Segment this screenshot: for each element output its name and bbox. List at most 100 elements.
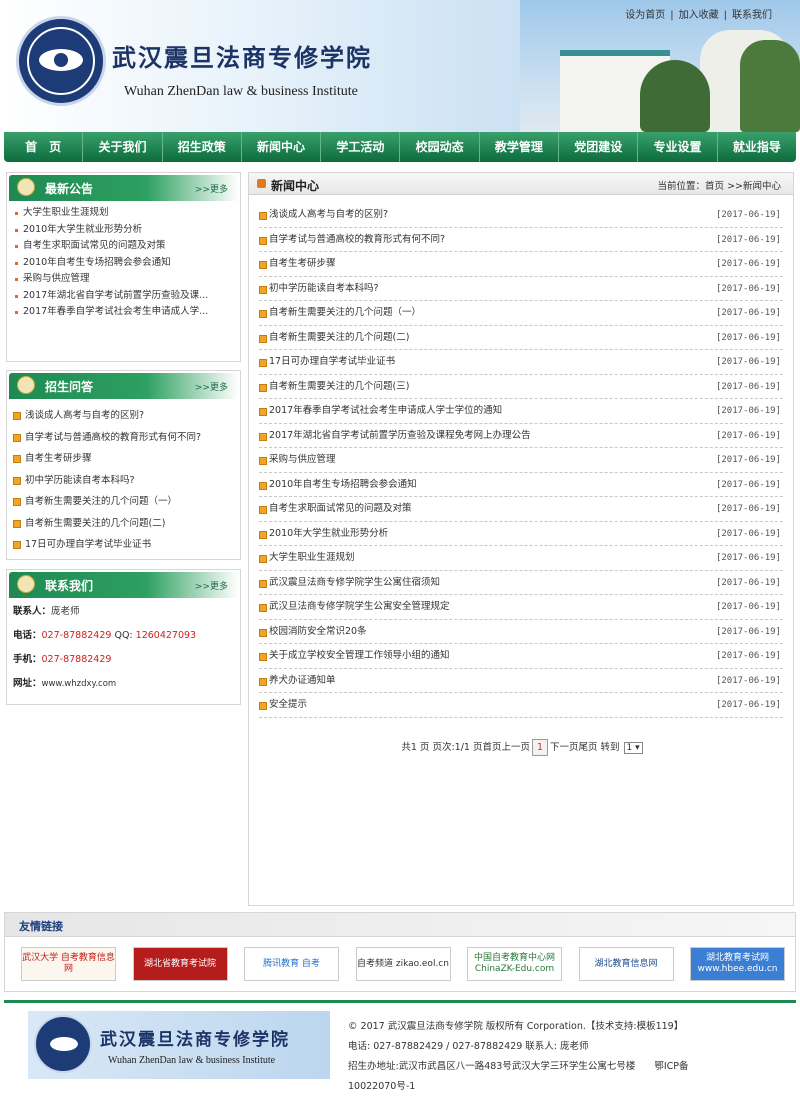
article-date: [2017-06-19] <box>715 528 781 539</box>
article-item[interactable]: 采购与供应管理 [2017-06-19] <box>259 448 783 473</box>
article-title[interactable]: 17日可办理自学考试毕业证书 <box>269 356 395 367</box>
article-title[interactable]: 安全提示 <box>269 699 307 710</box>
add-favorite-link[interactable]: 加入收藏 <box>679 10 719 21</box>
list-item[interactable]: 自考新生需要关注的几个问题(二) <box>13 513 234 535</box>
nav-item-employment[interactable]: 就业指导 <box>718 132 796 162</box>
article-item[interactable]: 自考生考研步骤 [2017-06-19] <box>259 252 783 277</box>
breadcrumb: 当前位置：首页 >>新闻中心 <box>657 181 781 192</box>
footer-icp[interactable]: 10022070号-1 <box>348 1077 788 1097</box>
friend-links: 友情链接 武汉大学 自考教育信息网 湖北省教育考试院 腾讯教育 自考 自考频道 … <box>4 912 796 992</box>
article-date: [2017-06-19] <box>715 577 781 588</box>
site-header: 武汉震旦法商专修学院 Wuhan ZhenDan law & business … <box>0 0 800 132</box>
article-date: [2017-06-19] <box>715 479 781 490</box>
article-item[interactable]: 2017年春季自学考试社会考生申请成人学士学位的通知 [2017-06-19] <box>259 399 783 424</box>
list-item[interactable]: 自考生考研步骤 <box>13 448 234 470</box>
list-item[interactable]: 2010年大学生就业形势分析 <box>15 222 232 239</box>
article-title[interactable]: 自考新生需要关注的几个问题（一） <box>269 307 421 318</box>
list-item[interactable]: 2017年春季自学考试社会考生申请成人学... <box>15 304 232 321</box>
article-item[interactable]: 2010年自考生专场招聘会参会通知 [2017-06-19] <box>259 473 783 497</box>
link-logo-qq-edu[interactable]: 腾讯教育 自考 <box>244 947 339 981</box>
nav-item-home[interactable]: 首 页 <box>4 132 84 162</box>
article-item[interactable]: 初中学历能读自考本科吗? [2017-06-19] <box>259 277 783 301</box>
article-item[interactable]: 自考生求职面试常见的问题及对策 [2017-06-19] <box>259 497 783 522</box>
tree-image <box>740 40 800 132</box>
article-date: [2017-06-19] <box>715 332 781 343</box>
news-center-header: 新闻中心 当前位置：首页 >>新闻中心 <box>249 173 793 195</box>
article-title[interactable]: 浅谈成人高考与自考的区别? <box>269 209 388 220</box>
article-title[interactable]: 2010年自考生专场招聘会参会通知 <box>269 479 417 490</box>
nav-item-teaching[interactable]: 教学管理 <box>480 132 560 162</box>
pager-info[interactable]: 共1 页 页次:1/1 页首页上一页 <box>401 742 530 753</box>
article-item[interactable]: 自学考试与普通高校的教育形式有何不同? [2017-06-19] <box>259 228 783 252</box>
article-title[interactable]: 自学考试与普通高校的教育形式有何不同? <box>269 234 445 245</box>
article-title[interactable]: 大学生职业生涯规划 <box>269 552 355 563</box>
nav-item-admission-policy[interactable]: 招生政策 <box>163 132 242 162</box>
set-homepage-link[interactable]: 设为首页 <box>625 10 665 21</box>
article-title[interactable]: 自考生考研步骤 <box>269 258 336 269</box>
bullet-icon <box>257 179 266 188</box>
article-title[interactable]: 武汉震旦法商专修学院学生公寓住宿须知 <box>269 577 440 588</box>
article-item[interactable]: 关于成立学校安全管理工作领导小组的通知 [2017-06-19] <box>259 644 783 669</box>
nav-item-party[interactable]: 党团建设 <box>559 132 639 162</box>
list-item[interactable]: 浅谈成人高考与自考的区别? <box>13 405 234 427</box>
article-date: [2017-06-19] <box>715 700 781 710</box>
list-item[interactable]: 大学生职业生涯规划 <box>15 205 232 222</box>
article-title[interactable]: 关于成立学校安全管理工作领导小组的通知 <box>269 650 450 661</box>
article-item[interactable]: 自考新生需要关注的几个问题(二) [2017-06-19] <box>259 326 783 350</box>
nav-item-about[interactable]: 关于我们 <box>83 132 163 162</box>
article-item[interactable]: 养犬办证通知单 [2017-06-19] <box>259 669 783 693</box>
nav-item-news[interactable]: 新闻中心 <box>242 132 322 162</box>
article-item[interactable]: 浅谈成人高考与自考的区别? [2017-06-19] <box>259 203 783 228</box>
article-title[interactable]: 2017年春季自学考试社会考生申请成人学士学位的通知 <box>269 405 502 416</box>
article-item[interactable]: 自考新生需要关注的几个问题（一） [2017-06-19] <box>259 301 783 326</box>
notice-more-link[interactable]: >>更多 <box>195 182 228 195</box>
article-title[interactable]: 2017年湖北省自学考试前置学历查验及课程免考网上办理公告 <box>269 430 531 441</box>
article-title[interactable]: 武汉旦法商专修学院学生公寓安全管理规定 <box>269 601 450 612</box>
article-title[interactable]: 2010年大学生就业形势分析 <box>269 528 388 539</box>
list-item[interactable]: 初中学历能读自考本科吗? <box>13 470 234 492</box>
link-logo-hbedu[interactable]: 湖北教育信息网 <box>578 947 674 981</box>
qa-list: 浅谈成人高考与自考的区别? 自学考试与普通高校的教育形式有何不同? 自考生考研步… <box>7 401 240 560</box>
footer-logo-cn: 武汉震旦法商专修学院 <box>100 1030 290 1050</box>
list-item[interactable]: 17日可办理自学考试毕业证书 <box>13 534 234 556</box>
pager-current-page[interactable]: 1 <box>531 739 548 756</box>
article-item[interactable]: 2017年湖北省自学考试前置学历查验及课程免考网上办理公告 [2017-06-19… <box>259 424 783 448</box>
link-logo-hbea[interactable]: 湖北省教育考试院 <box>132 947 228 981</box>
article-item[interactable]: 2010年大学生就业形势分析 [2017-06-19] <box>259 522 783 546</box>
article-item[interactable]: 武汉震旦法商专修学院学生公寓住宿须知 [2017-06-19] <box>259 571 783 595</box>
link-logo-chinazk[interactable]: 中国自考教育中心网 ChinaZK-Edu.com <box>467 947 562 981</box>
list-item[interactable]: 自学考试与普通高校的教育形式有何不同? <box>13 427 234 449</box>
page-select[interactable]: 1 ▾ <box>623 742 643 754</box>
list-item[interactable]: 2010年自考生专场招聘会参会通知 <box>15 255 232 272</box>
article-date: [2017-06-19] <box>715 308 781 318</box>
list-item[interactable]: 自考新生需要关注的几个问题（一） <box>13 491 234 513</box>
article-title[interactable]: 自考新生需要关注的几个问题(三) <box>269 381 409 392</box>
link-logo-eol[interactable]: 自考频道 zikao.eol.cn <box>355 947 451 981</box>
article-item[interactable]: 大学生职业生涯规划 [2017-06-19] <box>259 546 783 571</box>
article-date: [2017-06-19] <box>715 675 781 686</box>
article-title[interactable]: 校园消防安全常识20条 <box>269 626 367 637</box>
list-item[interactable]: 采购与供应管理 <box>15 271 232 288</box>
article-item[interactable]: 自考新生需要关注的几个问题(三) [2017-06-19] <box>259 375 783 399</box>
article-title[interactable]: 采购与供应管理 <box>269 454 336 465</box>
contact-us-link[interactable]: 联系我们 <box>732 10 772 21</box>
article-title[interactable]: 自考生求职面试常见的问题及对策 <box>269 503 412 514</box>
link-logo-whu[interactable]: 武汉大学 自考教育信息网 <box>21 947 116 981</box>
article-item[interactable]: 校园消防安全常识20条 [2017-06-19] <box>259 620 783 644</box>
contact-more-link[interactable]: >>更多 <box>195 579 228 592</box>
article-item[interactable]: 17日可办理自学考试毕业证书 [2017-06-19] <box>259 350 783 375</box>
link-logo-hbee[interactable]: 湖北教育考试网 www.hbee.edu.cn <box>690 947 785 981</box>
qa-more-link[interactable]: >>更多 <box>195 380 228 393</box>
article-item[interactable]: 安全提示 [2017-06-19] <box>259 693 783 718</box>
article-title[interactable]: 初中学历能读自考本科吗? <box>269 283 379 294</box>
article-item[interactable]: 武汉旦法商专修学院学生公寓安全管理规定 [2017-06-19] <box>259 595 783 620</box>
article-title[interactable]: 自考新生需要关注的几个问题(二) <box>269 332 409 343</box>
pager-next[interactable]: 下一页尾页 转到 <box>550 742 620 753</box>
qa-box: 招生问答 >>更多 浅谈成人高考与自考的区别? 自学考试与普通高校的教育形式有何… <box>6 370 241 560</box>
list-item[interactable]: 自考生求职面试常见的问题及对策 <box>15 238 232 255</box>
list-item[interactable]: 2017年湖北省自学考试前置学历查验及课... <box>15 288 232 305</box>
nav-item-student-activities[interactable]: 学工活动 <box>321 132 401 162</box>
nav-item-campus-news[interactable]: 校园动态 <box>400 132 480 162</box>
nav-item-majors[interactable]: 专业设置 <box>638 132 718 162</box>
article-title[interactable]: 养犬办证通知单 <box>269 675 336 686</box>
